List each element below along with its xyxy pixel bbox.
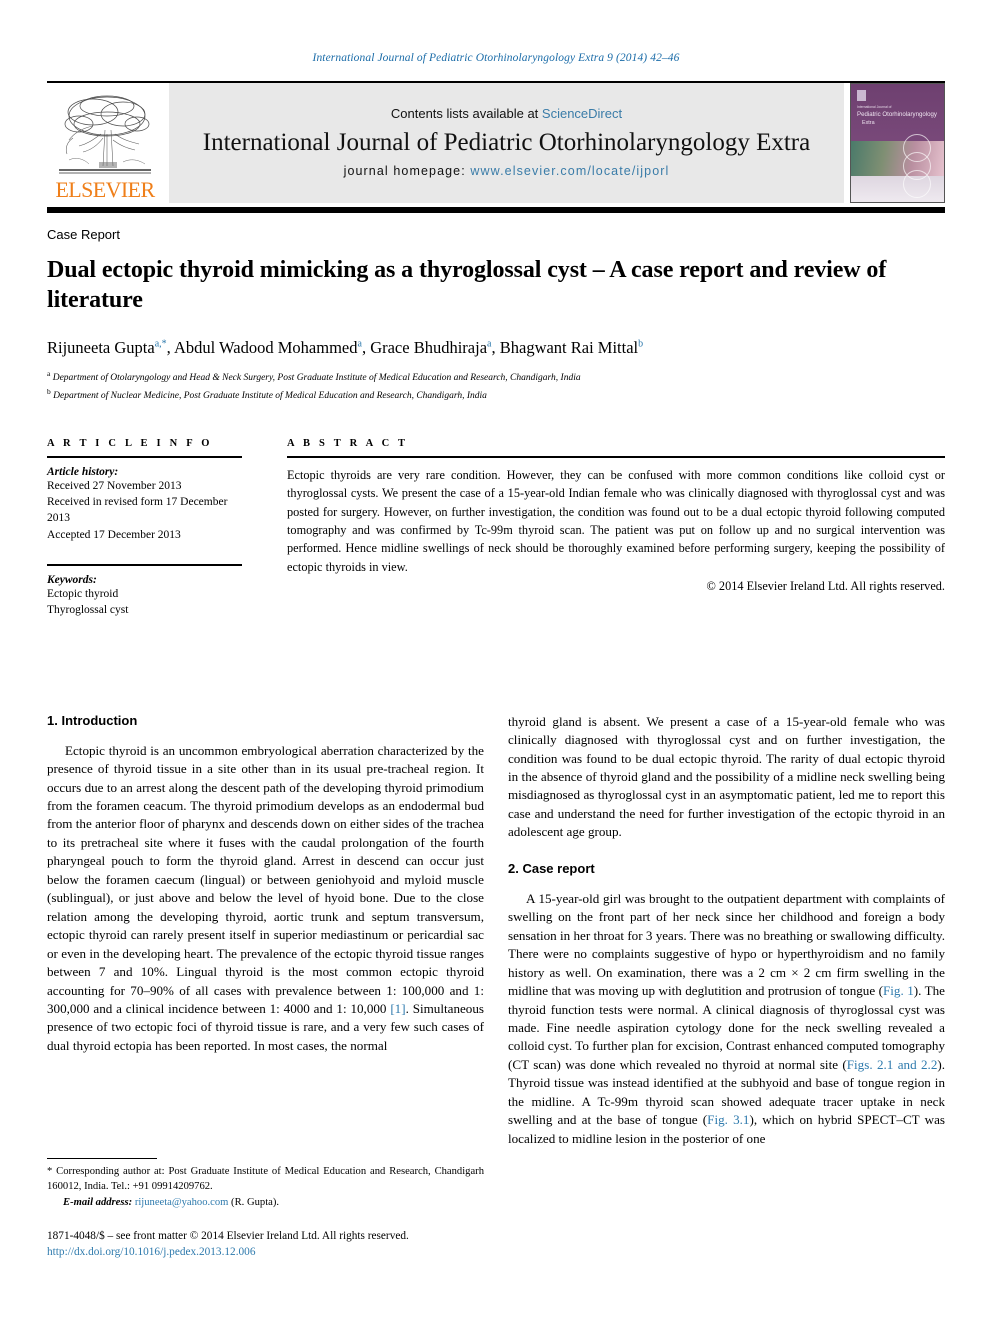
affiliation-a-text: Department of Otolaryngology and Head & … [52,373,581,384]
affiliation-b: b Department of Nuclear Medicine, Post G… [47,386,487,401]
body-column-right: thyroid gland is absent. We present a ca… [508,713,945,1149]
homepage-url-link[interactable]: www.elsevier.com/locate/ijporl [470,164,669,178]
body-columns: 1. Introduction Ectopic thyroid is an un… [47,713,945,1149]
keywords-label: Keywords: [47,574,97,586]
masthead-center: Contents lists available at ScienceDirec… [169,83,844,203]
corresponding-author-note: * Corresponding author at: Post Graduate… [47,1164,484,1195]
elsevier-logo: ELSEVIER [47,83,163,203]
figure-ref-3[interactable]: Fig. 3.1 [707,1112,749,1127]
author-list: Rijuneeta Guptaa,*, Abdul Wadood Mohamme… [47,337,644,357]
article-received: Received 27 November 2013 [47,479,182,492]
elsevier-wordmark: ELSEVIER [55,177,155,202]
cover-elsevier-mark [857,90,866,101]
contents-available-line: Contents lists available at ScienceDirec… [179,106,834,121]
journal-title: International Journal of Pediatric Otorh… [202,129,811,156]
figure-ref-1[interactable]: Fig. 1 [883,983,914,998]
abstract-copyright: © 2014 Elsevier Ireland Ltd. All rights … [706,579,945,594]
article-info-column: A R T I C L E I N F O Article history: R… [47,438,287,619]
citation-ref-1[interactable]: [1] [390,1001,405,1016]
doi-link[interactable]: http://dx.doi.org/10.1016/j.pedex.2013.1… [47,1244,484,1260]
abstract-column: A B S T R A C T Ectopic thyroids are ver… [287,438,945,619]
abstract-rule [287,455,945,458]
abstract-text: Ectopic thyroids are very rare condition… [287,467,945,574]
journal-homepage-line: journal homepage: www.elsevier.com/locat… [179,164,834,178]
imprint-line: 1871-4048/$ – see front matter © 2014 El… [47,1229,409,1242]
masthead-bottom-rule [47,207,945,213]
elsevier-tree-icon [59,95,151,174]
journal-masthead: ELSEVIER Contents lists available at Sci… [47,83,945,203]
email-note: E-mail address: rijuneeta@yahoo.com (R. … [47,1197,484,1208]
footnote-rule [47,1158,157,1159]
abstract-heading: A B S T R A C T [287,437,409,449]
body-column-left: 1. Introduction Ectopic thyroid is an un… [47,713,484,1149]
sciencedirect-link[interactable]: ScienceDirect [542,106,622,121]
article-info-rule [47,455,242,458]
running-head: International Journal of Pediatric Otorh… [312,52,680,64]
article-page: International Journal of Pediatric Otorh… [0,0,992,1323]
case-report-paragraph: A 15-year-old girl was brought to the ou… [508,890,945,1148]
affiliation-b-text: Department of Nuclear Medicine, Post Gra… [53,390,487,401]
article-revised: Received in revised form 17 December 201… [47,496,228,525]
intro-paragraph: Ectopic thyroid is an uncommon embryolog… [47,742,484,1056]
cover-journal-line2: Pediatric Otorhinolaryngology [857,111,937,118]
article-type-label: Case Report [47,227,120,242]
intro-text-a: Ectopic thyroid is an uncommon embryolog… [47,742,484,1016]
homepage-label: journal homepage: [343,164,471,178]
affiliations: a Department of Otolaryngology and Head … [47,368,945,404]
footnote-area: * Corresponding author at: Post Graduate… [47,1158,484,1260]
section-heading-introduction: 1. Introduction [47,712,138,728]
article-history-label: Article history: [47,465,119,478]
intro-paragraph-continued: thyroid gland is absent. We present a ca… [508,713,945,840]
article-title: Dual ectopic thyroid mimicking as a thyr… [47,257,887,313]
cover-journal-line3: Extra [862,120,875,126]
figure-ref-2[interactable]: Figs. 2.1 and 2.2 [847,1057,938,1072]
keyword-item-2: Thyroglossal cyst [47,604,129,617]
imprint-block: 1871-4048/$ – see front matter © 2014 El… [47,1228,484,1261]
corresponding-author-text: Corresponding author at: Post Graduate I… [47,1166,484,1193]
abstract-block: A R T I C L E I N F O Article history: R… [47,438,945,619]
cover-ring-3 [903,170,931,198]
email-link[interactable]: rijuneeta@yahoo.com [135,1197,229,1208]
case-text-a: A 15-year-old girl was brought to the ou… [508,890,945,999]
journal-cover-thumbnail[interactable]: International Journal of Pediatric Otorh… [850,83,945,203]
contents-prefix: Contents lists available at [390,106,542,121]
affiliation-a: a Department of Otolaryngology and Head … [47,368,581,384]
keywords-rule [47,564,242,566]
article-info-heading: A R T I C L E I N F O [47,437,213,449]
keyword-item-1: Ectopic thyroid [47,588,119,600]
article-accepted: Accepted 17 December 2013 [47,528,181,541]
cover-journal-line1: International Journal of [857,105,892,109]
email-suffix: (R. Gupta). [228,1196,280,1208]
email-label: E-mail address: [63,1196,133,1208]
section-heading-case-report: 2. Case report [508,860,595,876]
